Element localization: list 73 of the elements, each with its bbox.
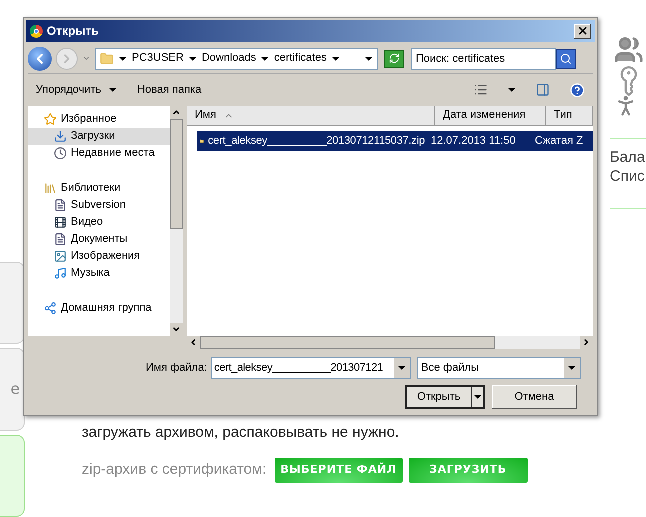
breadcrumb-item[interactable]: Downloads [202,50,256,67]
close-button[interactable] [574,24,591,38]
scroll-right-icon [582,338,591,347]
users-icon[interactable] [614,35,644,65]
breadcrumb-item[interactable]: certificates [274,50,327,67]
view-dropdown-icon [508,88,516,92]
address-bar[interactable]: PC3USER Downloads certificates [95,48,378,70]
search-button[interactable] [556,48,576,68]
library-icon [44,182,57,195]
refresh-button[interactable] [384,50,404,68]
network-icon [44,302,57,315]
upload-label: zip-архив с сертификатом: [82,460,267,480]
column-header[interactable]: Тип [546,106,593,125]
nav-item[interactable]: Домашняя группа [28,300,170,317]
file-type: Сжатая Z [534,134,584,149]
nav-item[interactable]: Библиотеки [28,180,170,197]
film-icon [54,216,67,229]
file-row[interactable]: cert_aleksey__________20130712115037.zip 12.07.2013 11:50 Сжатая Z [197,131,593,151]
download-folder-icon [54,130,67,143]
nav-item[interactable]: Загрузки [28,128,170,145]
breadcrumb-caret-icon [332,56,340,60]
breadcrumb-caret-icon [261,56,270,60]
breadcrumb-caret-icon [188,56,197,60]
address-dropdown-icon [365,56,373,60]
nav-item[interactable]: Документы [28,231,170,248]
star-icon [44,113,57,126]
scroll-up-icon [172,108,181,117]
sidebar-text: Бала [610,148,646,167]
file-name-field[interactable]: cert_aleksey__________201307121 [211,357,412,379]
side-tab[interactable] [0,262,25,344]
scroll-left-icon [189,338,198,347]
search-icon [560,52,572,64]
column-header[interactable]: Дата изменения [435,106,546,125]
history-dropdown-icon [82,54,91,63]
info-paragraph: загружать архивом, распаковывать не нужно. [82,424,400,441]
refresh-icon [388,53,400,64]
search-field[interactable]: Поиск: certificates [411,48,556,70]
breadcrumb-item[interactable]: PC3USER [132,50,184,67]
nav-item[interactable]: Недавние места [28,145,170,162]
sidebar-text: Спис [610,167,646,186]
document-icon [54,233,67,246]
breadcrumb-caret-icon [119,56,127,60]
nav-item[interactable]: Видео [28,214,170,231]
caret-icon [109,88,118,92]
back-button[interactable] [28,46,52,70]
file-name-label: Имя файла: [146,360,208,376]
open-button[interactable]: Открыть [405,385,485,409]
music-note-icon [54,267,67,280]
file-type-dropdown[interactable]: Все файлы [417,357,582,379]
browser-logo-icon [30,24,43,38]
folder-icon [100,52,114,66]
caret-icon [568,366,576,370]
caret-icon [474,395,482,399]
scroll-down-icon [172,325,181,334]
cancel-button[interactable]: Отмена [492,385,577,409]
nav-item[interactable]: Избранное [28,111,170,128]
nav-item[interactable]: Изображения [28,248,170,265]
nav-item[interactable]: Subversion [28,197,170,214]
window-title: Открыть [47,23,100,40]
nav-item[interactable]: Музыка [28,265,170,282]
close-icon [576,25,588,37]
preview-pane-icon[interactable] [536,83,550,97]
toolbar-button[interactable]: Упорядочить [36,82,118,98]
clock-icon [54,147,67,160]
document-icon [54,199,67,212]
file-name: cert_aleksey__________20130712115037.zip [208,134,425,149]
column-header[interactable]: Имя [187,106,435,125]
view-list-icon[interactable] [474,83,488,97]
caret-icon [398,366,406,370]
file-date: 12.07.2013 11:50 [430,134,517,149]
picture-icon [54,250,67,263]
toolbar-button[interactable]: Новая папка [137,82,202,98]
help-icon[interactable] [570,82,585,98]
